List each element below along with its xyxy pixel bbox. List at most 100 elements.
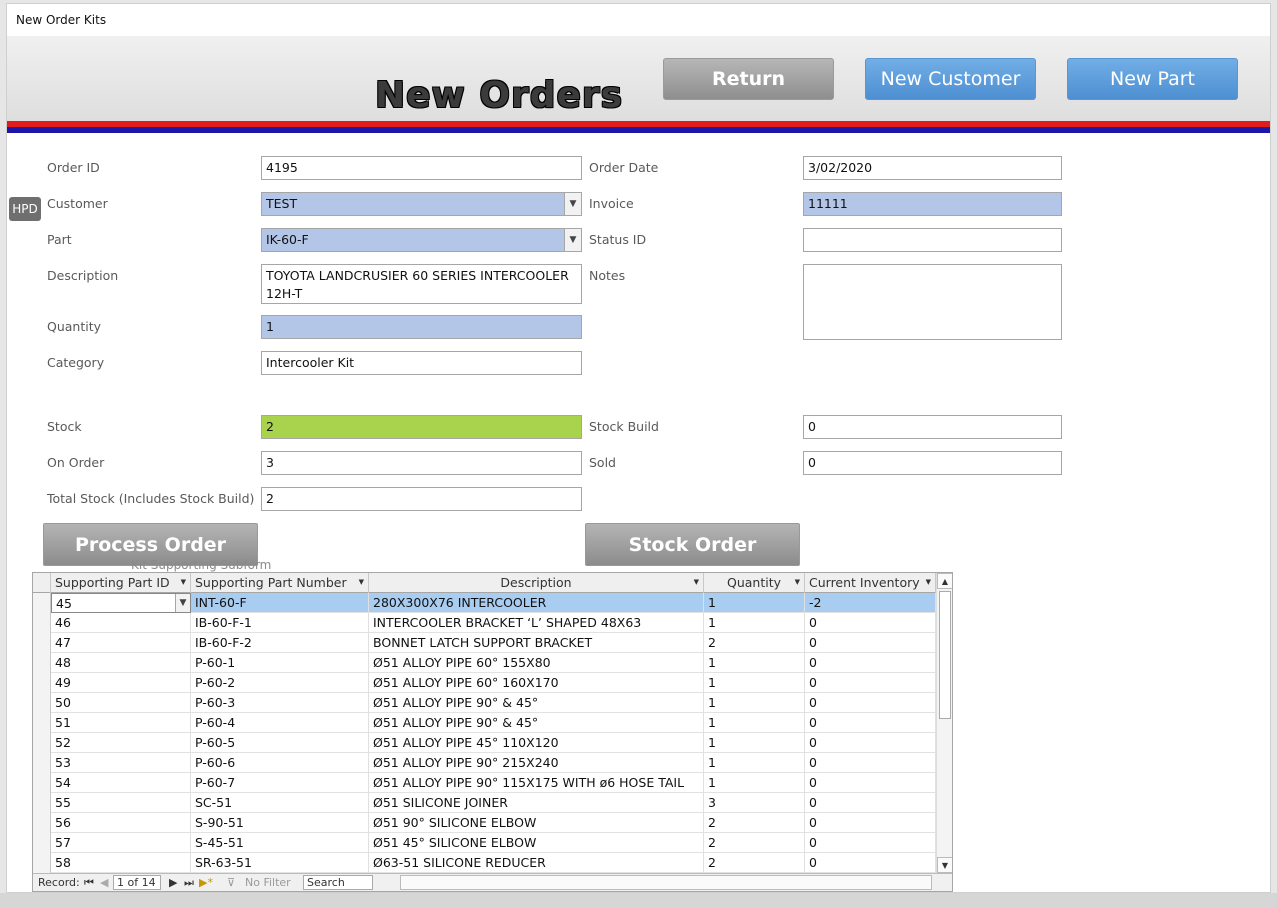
part-id-cell[interactable]: 51 [51,713,191,733]
description-cell[interactable]: Ø51 ALLOY PIPE 90° 215X240 [369,753,704,773]
record-selector-column[interactable] [33,593,51,873]
part-id-cell[interactable]: 57 [51,833,191,853]
quantity-cell[interactable]: 3 [704,793,805,813]
dropdown-arrow-icon[interactable]: ▼ [926,578,931,586]
description-cell[interactable]: Ø51 ALLOY PIPE 90° & 45° [369,693,704,713]
stock-field[interactable]: 2 [261,415,582,439]
description-field[interactable]: TOYOTA LANDCRUSIER 60 SERIES INTERCOOLER… [261,264,582,304]
table-row[interactable]: 46 IB-60-F-1 INTERCOOLER BRACKET ‘L’ SHAPE… [51,613,936,633]
scroll-thumb[interactable] [939,591,951,719]
table-row[interactable]: 49 P-60-2 Ø51 ALLOY PIPE 60° 160X170 1 0 [51,673,936,693]
part-number-cell[interactable]: P-60-3 [191,693,369,713]
part-id-cell[interactable]: 50 [51,693,191,713]
stock-build-field[interactable]: 0 [803,415,1062,439]
chevron-down-icon[interactable]: ▼ [175,594,190,612]
table-row[interactable]: 48 P-60-1 Ø51 ALLOY PIPE 60° 155X80 1 0 [51,653,936,673]
part-number-cell[interactable]: P-60-2 [191,673,369,693]
quantity-field[interactable]: 1 [261,315,582,339]
description-cell[interactable]: Ø51 ALLOY PIPE 60° 160X170 [369,673,704,693]
part-number-cell[interactable]: P-60-7 [191,773,369,793]
stock-order-button[interactable]: Stock Order [585,523,800,566]
part-id-cell[interactable]: 47 [51,633,191,653]
column-header-current-inventory[interactable]: Current Inventory ▼ [805,573,936,593]
no-filter-button[interactable]: No Filter [245,876,291,889]
first-record-icon[interactable]: ⏮ [84,876,94,890]
part-id-cell[interactable]: 48 [51,653,191,673]
quantity-cell[interactable]: 1 [704,673,805,693]
part-number-cell[interactable]: S-45-51 [191,833,369,853]
quantity-cell[interactable]: 1 [704,613,805,633]
inventory-cell[interactable]: 0 [805,673,936,693]
new-customer-button[interactable]: New Customer [865,58,1036,100]
filter-icon[interactable]: ⊽ [227,876,235,889]
part-id-cell[interactable]: 58 [51,853,191,873]
search-input[interactable]: Search [303,875,373,890]
column-header-description[interactable]: Description ▼ [369,573,704,593]
inventory-cell[interactable]: 0 [805,773,936,793]
category-field[interactable]: Intercooler Kit [261,351,582,375]
inventory-cell[interactable]: 0 [805,793,936,813]
inventory-cell[interactable]: 0 [805,693,936,713]
description-cell[interactable]: BONNET LATCH SUPPORT BRACKET [369,633,704,653]
table-row[interactable]: 50 P-60-3 Ø51 ALLOY PIPE 90° & 45° 1 0 [51,693,936,713]
customer-combo[interactable]: TEST ▼ [261,192,582,216]
horizontal-scrollbar[interactable] [400,875,932,890]
table-row[interactable]: 58 SR-63-51 Ø63-51 SILICONE REDUCER 2 0 [51,853,936,873]
inventory-cell[interactable]: -2 [805,593,936,613]
part-id-cell[interactable]: 45 [51,593,191,613]
chevron-down-icon[interactable]: ▼ [564,229,581,251]
part-number-cell[interactable]: P-60-1 [191,653,369,673]
status-id-field[interactable] [803,228,1062,252]
description-cell[interactable]: Ø51 45° SILICONE ELBOW [369,833,704,853]
quantity-cell[interactable]: 2 [704,633,805,653]
dropdown-arrow-icon[interactable]: ▼ [181,578,186,586]
quantity-cell[interactable]: 1 [704,753,805,773]
table-row[interactable]: 45 ▼ INT-60-F 280X300X76 INTERCOOLER 1 -2 [51,593,936,613]
new-part-button[interactable]: New Part [1067,58,1238,100]
chevron-down-icon[interactable]: ▼ [564,193,581,215]
part-id-cell[interactable]: 49 [51,673,191,693]
part-id-cell[interactable]: 52 [51,733,191,753]
quantity-cell[interactable]: 1 [704,653,805,673]
quantity-cell[interactable]: 1 [704,713,805,733]
quantity-cell[interactable]: 2 [704,813,805,833]
previous-record-icon[interactable]: ◀ [100,876,108,889]
quantity-cell[interactable]: 1 [704,593,805,613]
table-row[interactable]: 57 S-45-51 Ø51 45° SILICONE ELBOW 2 0 [51,833,936,853]
table-row[interactable]: 51 P-60-4 Ø51 ALLOY PIPE 90° & 45° 1 0 [51,713,936,733]
part-number-cell[interactable]: SC-51 [191,793,369,813]
description-cell[interactable]: Ø51 ALLOY PIPE 90° & 45° [369,713,704,733]
quantity-cell[interactable]: 2 [704,853,805,873]
description-cell[interactable]: INTERCOOLER BRACKET ‘L’ SHAPED 48X63 [369,613,704,633]
description-cell[interactable]: 280X300X76 INTERCOOLER [369,593,704,613]
table-row[interactable]: 47 IB-60-F-2 BONNET LATCH SUPPORT BRACKET 2… [51,633,936,653]
inventory-cell[interactable]: 0 [805,613,936,633]
select-all-corner[interactable] [33,573,51,593]
part-id-cell[interactable]: 55 [51,793,191,813]
part-id-cell[interactable]: 54 [51,773,191,793]
description-cell[interactable]: Ø63-51 SILICONE REDUCER [369,853,704,873]
return-button[interactable]: Return [663,58,834,100]
part-id-cell[interactable]: 56 [51,813,191,833]
quantity-cell[interactable]: 1 [704,733,805,753]
quantity-cell[interactable]: 1 [704,693,805,713]
last-record-icon[interactable]: ⏭ [184,876,194,890]
description-cell[interactable]: Ø51 ALLOY PIPE 60° 155X80 [369,653,704,673]
notes-field[interactable] [803,264,1062,340]
inventory-cell[interactable]: 0 [805,833,936,853]
on-order-field[interactable]: 3 [261,451,582,475]
inventory-cell[interactable]: 0 [805,633,936,653]
next-record-icon[interactable]: ▶ [169,876,177,889]
column-header-supporting-part-number[interactable]: Supporting Part Number ▼ [191,573,369,593]
part-number-cell[interactable]: P-60-6 [191,753,369,773]
record-position-field[interactable]: 1 of 14 [113,875,161,890]
column-header-supporting-part-id[interactable]: Supporting Part ID ▼ [51,573,191,593]
part-number-cell[interactable]: P-60-4 [191,713,369,733]
inventory-cell[interactable]: 0 [805,653,936,673]
part-combo[interactable]: IK-60-F ▼ [261,228,582,252]
inventory-cell[interactable]: 0 [805,753,936,773]
description-cell[interactable]: Ø51 ALLOY PIPE 45° 110X120 [369,733,704,753]
column-header-quantity[interactable]: Quantity ▼ [704,573,805,593]
part-number-cell[interactable]: IB-60-F-1 [191,613,369,633]
part-id-cell[interactable]: 53 [51,753,191,773]
